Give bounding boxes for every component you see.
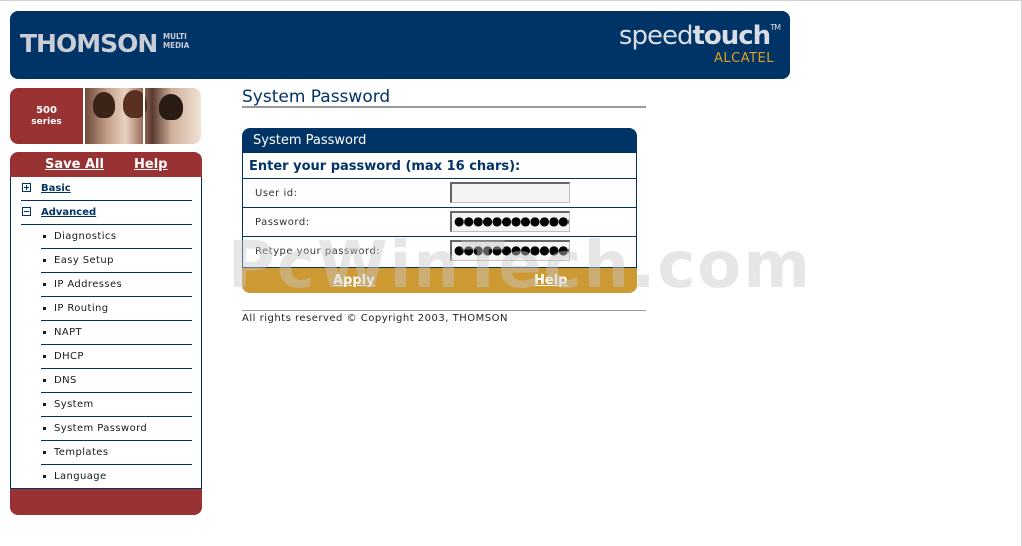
nav-subitem-label[interactable]: System Password — [54, 423, 147, 434]
people-photo — [85, 88, 201, 144]
form-instruction: Enter your password (max 16 chars): — [249, 159, 521, 174]
row-divider — [243, 207, 636, 208]
user-id-input[interactable] — [450, 182, 570, 203]
page-title: System Password — [242, 87, 391, 107]
bullet-icon — [43, 331, 46, 334]
nav-item-advanced[interactable]: Advanced — [21, 201, 192, 225]
footer-divider — [242, 310, 646, 311]
apply-button[interactable]: Apply — [333, 273, 375, 288]
bullet-icon — [43, 355, 46, 358]
bullet-icon — [43, 307, 46, 310]
nav-subitem-templates[interactable]: Templates — [41, 441, 192, 465]
trademark-mark: TM — [770, 23, 781, 32]
nav-subitem-label[interactable]: Language — [54, 471, 107, 482]
bullet-icon — [43, 475, 46, 478]
nav-subitem-dhcp[interactable]: DHCP — [41, 345, 192, 369]
series-word: series — [31, 117, 62, 127]
speedtouch-logo-light: speed — [618, 21, 694, 51]
retype-password-input[interactable]: ●●●●●●●●●●●●●●● — [450, 240, 570, 261]
nav-subitem-system[interactable]: System — [41, 393, 192, 417]
nav-subitem-label[interactable]: DNS — [54, 375, 77, 386]
nav-subitem-ip-addresses[interactable]: IP Addresses — [41, 273, 192, 297]
nav-subitem-system-password[interactable]: System Password — [41, 417, 192, 441]
retype-password-label: Retype your password: — [255, 246, 381, 257]
sidebar-nav: Basic Advanced Diagnostics Easy Setup IP… — [10, 177, 202, 489]
nav-item-label[interactable]: Basic — [41, 183, 71, 194]
series-badge: 500 series — [10, 88, 83, 144]
nav-subitem-label[interactable]: Diagnostics — [54, 231, 116, 242]
speedtouch-logo-bold: touch — [692, 21, 771, 51]
row-divider — [243, 178, 636, 179]
alcatel-logo: ALCATEL — [714, 51, 774, 66]
nav-subitem-language[interactable]: Language — [41, 465, 192, 488]
bullet-icon — [43, 427, 46, 430]
user-id-label: User id: — [255, 188, 298, 199]
expand-plus-icon[interactable] — [22, 183, 31, 192]
nav-subitem-label[interactable]: Templates — [54, 447, 108, 458]
collapse-minus-icon[interactable] — [22, 207, 31, 216]
thomson-logo: THOMSON — [20, 29, 158, 58]
nav-subitem-label[interactable]: NAPT — [54, 327, 82, 338]
copyright-text: All rights reserved © Copyright 2003, TH… — [242, 313, 508, 324]
action-bar: Apply Help — [242, 268, 637, 293]
panel-title: System Password — [253, 133, 367, 148]
nav-subitem-napt[interactable]: NAPT — [41, 321, 192, 345]
nav-subitem-label[interactable]: System — [54, 399, 94, 410]
title-divider — [242, 106, 646, 108]
series-number: 500 — [36, 105, 57, 116]
password-form: Enter your password (max 16 chars): User… — [242, 153, 637, 268]
nav-subitem-easy-setup[interactable]: Easy Setup — [41, 249, 192, 273]
bullet-icon — [43, 235, 46, 238]
bullet-icon — [43, 403, 46, 406]
password-input[interactable]: ●●●●●●●●●●●●●●● — [450, 211, 570, 232]
bullet-icon — [43, 451, 46, 454]
nav-subitem-label[interactable]: Easy Setup — [54, 255, 114, 266]
nav-subitem-dns[interactable]: DNS — [41, 369, 192, 393]
header-banner: THOMSON MULTI MEDIA speedtouchTM ALCATEL — [10, 11, 790, 79]
nav-subitem-ip-routing[interactable]: IP Routing — [41, 297, 192, 321]
nav-item-label[interactable]: Advanced — [41, 207, 96, 218]
row-divider — [243, 236, 636, 237]
bullet-icon — [43, 283, 46, 286]
save-all-link[interactable]: Save All — [45, 157, 104, 172]
bullet-icon — [43, 379, 46, 382]
nav-subitem-label[interactable]: DHCP — [54, 351, 84, 362]
panel-header: System Password — [242, 128, 637, 153]
sidebar-help-link[interactable]: Help — [134, 157, 167, 172]
help-button[interactable]: Help — [534, 273, 567, 288]
nav-subitem-label[interactable]: IP Addresses — [54, 279, 122, 290]
nav-subitem-label[interactable]: IP Routing — [54, 303, 109, 314]
speedtouch-logo: speedtouchTM — [618, 21, 781, 51]
nav-item-basic[interactable]: Basic — [21, 177, 192, 201]
bullet-icon — [43, 259, 46, 262]
multimedia-logo-text: MULTI MEDIA — [163, 32, 190, 50]
password-label: Password: — [255, 217, 310, 228]
sidebar-header: Save All Help — [10, 152, 202, 177]
nav-subitem-diagnostics[interactable]: Diagnostics — [41, 225, 192, 249]
sidebar-footer — [10, 489, 202, 515]
